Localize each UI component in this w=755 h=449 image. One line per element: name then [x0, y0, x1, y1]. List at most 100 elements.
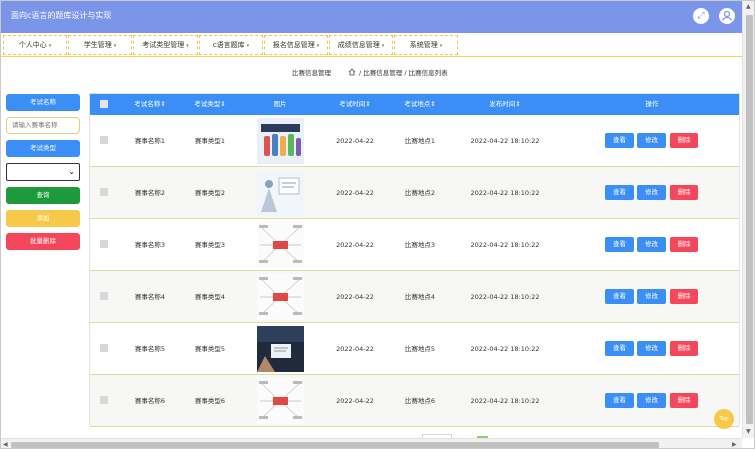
- cell-exam-time: 2022-04-22: [336, 137, 374, 145]
- exam-name-input[interactable]: 请输入赛事名称: [6, 117, 80, 134]
- exam-type-label: 考试类型: [6, 140, 80, 157]
- view-button[interactable]: 查看: [605, 185, 634, 200]
- cell-exam-type: 赛事类型2: [194, 189, 226, 197]
- cell-exam-time: 2022-04-22: [336, 397, 374, 405]
- scroll-up-icon[interactable]: ▲: [746, 3, 751, 10]
- cell-exam-time: 2022-04-22: [336, 241, 374, 249]
- cell-exam-type: 赛事类型1: [194, 137, 226, 145]
- col-published-time[interactable]: 发布时间⇕: [460, 94, 550, 115]
- cell-exam-place: 比赛地点6: [404, 397, 436, 405]
- table-row: 赛事名称3 赛事类型3 2022-04-22 比赛地点3 2022-04-22 18:1…: [90, 219, 739, 271]
- vertical-scrollbar[interactable]: ▲ ▼: [742, 1, 754, 438]
- nav-label: c语言题库: [212, 41, 245, 49]
- add-button[interactable]: 添加: [6, 210, 80, 227]
- col-exam-place[interactable]: 考试地点⇕: [390, 94, 450, 115]
- col-actions: 操作: [645, 100, 659, 108]
- nav-personal-center[interactable]: 个人中心 ▾: [3, 35, 67, 55]
- col-exam-name[interactable]: 考试名称⇕: [120, 94, 180, 115]
- app-title: 面向c语言的题库设计与实现: [11, 11, 112, 20]
- view-button[interactable]: 查看: [605, 289, 634, 304]
- batch-delete-button[interactable]: 批量删除: [6, 233, 80, 250]
- cell-published-time: 2022-04-22 18:10:22: [470, 241, 540, 249]
- row-checkbox[interactable]: [100, 136, 108, 144]
- horizontal-scroll-thumb[interactable]: [11, 442, 659, 448]
- nav-label: 学生管理: [83, 41, 112, 49]
- row-checkbox[interactable]: [100, 292, 108, 300]
- table-row: 赛事名称6 赛事类型6 2022-04-22 比赛地点6 2022-04-22 18:1…: [90, 375, 739, 427]
- exam-type-select[interactable]: ⌄: [6, 163, 80, 181]
- exam-image: [257, 378, 304, 424]
- nav-label: 考试类型管理: [142, 41, 185, 49]
- cell-exam-name: 赛事名称5: [134, 345, 166, 353]
- main-nav: 个人中心 ▾ 学生管理 ▾ 考试类型管理 ▾ c语言题库 ▾ 报名信息管理 ▾ 成绩信息管…: [1, 33, 742, 57]
- edit-button[interactable]: 修改: [637, 393, 666, 408]
- back-to-top-button[interactable]: Top: [714, 409, 734, 429]
- nav-score-management[interactable]: 成绩信息管理 ▾: [329, 35, 393, 55]
- cell-published-time: 2022-04-22 18:10:22: [470, 293, 540, 301]
- table-row: 赛事名称1 赛事类型1 2022-04-22 比赛地点1 2022-04-22 18:1…: [90, 115, 739, 167]
- cell-exam-place: 比赛地点4: [404, 293, 436, 301]
- edit-button[interactable]: 修改: [637, 289, 666, 304]
- cell-exam-name: 赛事名称3: [134, 241, 166, 249]
- search-button[interactable]: 查询: [6, 187, 80, 204]
- table-row: 赛事名称5 赛事类型5 2022-04-22 比赛地点5 2022-04-22 18:1…: [90, 323, 739, 375]
- scroll-right-icon[interactable]: ▶: [732, 441, 737, 448]
- chevron-down-icon: ▾: [439, 43, 443, 49]
- nav-student-management[interactable]: 学生管理 ▾: [68, 35, 132, 55]
- cell-published-time: 2022-04-22 18:10:22: [470, 189, 540, 197]
- delete-button[interactable]: 删除: [670, 289, 698, 304]
- chevron-down-icon: ▾: [48, 43, 52, 49]
- cell-exam-place: 比赛地点2: [404, 189, 436, 197]
- cell-exam-name: 赛事名称4: [134, 293, 166, 301]
- scroll-down-icon[interactable]: ▼: [746, 428, 751, 435]
- row-checkbox[interactable]: [100, 344, 108, 352]
- edit-button[interactable]: 修改: [637, 341, 666, 356]
- cell-exam-type: 赛事类型4: [194, 293, 226, 301]
- scroll-left-icon[interactable]: ◀: [3, 441, 8, 448]
- row-checkbox[interactable]: [100, 396, 108, 404]
- row-checkbox[interactable]: [100, 188, 108, 196]
- home-icon[interactable]: [348, 68, 356, 76]
- page-title: 比赛信息管理: [292, 69, 331, 77]
- view-button[interactable]: 查看: [605, 133, 634, 148]
- col-exam-time[interactable]: 考试时间⇕: [320, 94, 390, 115]
- delete-button[interactable]: 删除: [670, 185, 698, 200]
- chevron-down-icon: ▾: [381, 43, 385, 49]
- cell-exam-time: 2022-04-22: [336, 293, 374, 301]
- expand-icon[interactable]: ⤢: [693, 8, 709, 24]
- cell-exam-type: 赛事类型3: [194, 241, 226, 249]
- exam-image: [257, 274, 304, 320]
- nav-exam-type-management[interactable]: 考试类型管理 ▾: [133, 35, 198, 55]
- nav-label: 个人中心: [18, 41, 47, 49]
- delete-button[interactable]: 删除: [670, 341, 698, 356]
- exam-image: [257, 326, 304, 372]
- delete-button[interactable]: 删除: [670, 393, 698, 408]
- table-row: 赛事名称4 赛事类型4 2022-04-22 比赛地点4 2022-04-22 18:1…: [90, 271, 739, 323]
- horizontal-scrollbar[interactable]: ◀ ▶: [1, 438, 742, 448]
- user-icon[interactable]: [719, 8, 735, 24]
- select-all-checkbox[interactable]: [100, 100, 108, 108]
- nav-registration-management[interactable]: 报名信息管理 ▾: [264, 35, 328, 55]
- nav-label: 报名信息管理: [272, 41, 315, 49]
- nav-c-question-bank[interactable]: c语言题库 ▾: [199, 35, 263, 55]
- edit-button[interactable]: 修改: [637, 185, 666, 200]
- chevron-down-icon: ▾: [186, 43, 189, 49]
- col-exam-type[interactable]: 考试类型⇕: [180, 94, 240, 115]
- exam-image: [257, 170, 304, 216]
- edit-button[interactable]: 修改: [637, 133, 666, 148]
- row-checkbox[interactable]: [100, 240, 108, 248]
- chevron-down-icon: ▾: [113, 43, 117, 49]
- table-header: 考试名称⇕ 考试类型⇕ 图片 考试时间⇕ 考试地点⇕ 发布时间⇕ 操作: [90, 94, 739, 115]
- view-button[interactable]: 查看: [605, 237, 634, 252]
- edit-button[interactable]: 修改: [637, 237, 666, 252]
- vertical-scroll-thumb[interactable]: [746, 15, 753, 424]
- cell-published-time: 2022-04-22 18:10:22: [470, 397, 540, 405]
- view-button[interactable]: 查看: [605, 393, 634, 408]
- cell-exam-place: 比赛地点3: [404, 241, 436, 249]
- view-button[interactable]: 查看: [605, 341, 634, 356]
- exam-image: [257, 222, 304, 268]
- cell-exam-name: 赛事名称1: [134, 137, 166, 145]
- delete-button[interactable]: 删除: [670, 133, 698, 148]
- delete-button[interactable]: 删除: [670, 237, 698, 252]
- nav-system-management[interactable]: 系统管理 ▾: [394, 35, 458, 55]
